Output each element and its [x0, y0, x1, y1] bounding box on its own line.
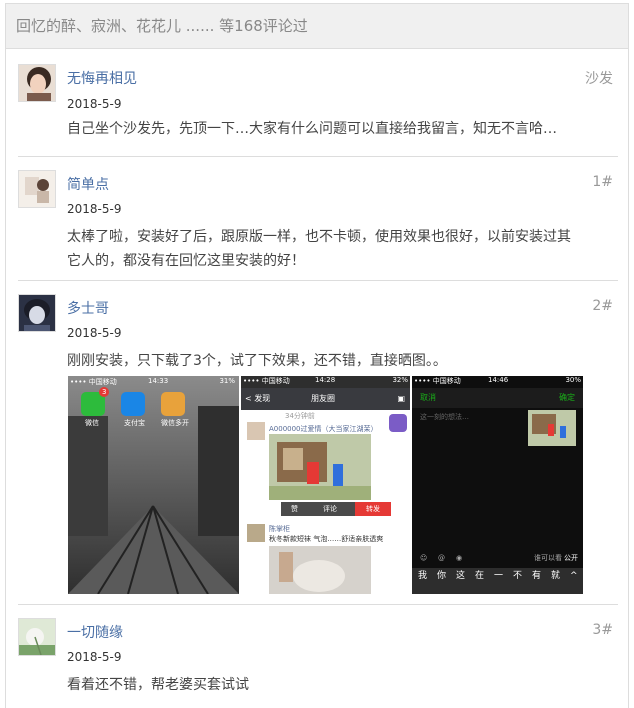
avatar[interactable] [18, 170, 56, 208]
back-link[interactable]: < 发现 [245, 388, 270, 410]
post-photo [269, 434, 371, 500]
nav-bar: 取消 确定 [412, 388, 583, 408]
cancel-button[interactable]: 取消 [420, 388, 436, 408]
battery-text: 31% [219, 377, 235, 385]
app-icon [389, 414, 407, 432]
carrier-text: •••• 中国移动 [243, 377, 290, 385]
battery-text: 32% [392, 376, 408, 384]
keyboard-key[interactable]: 在 [475, 568, 484, 584]
avatar[interactable] [18, 64, 56, 102]
screenshot-home[interactable]: •••• 中国移动 14:33 31% 3 微信 支付宝 微信多开 [68, 376, 239, 594]
commenter-name[interactable]: 无悔再相见 [67, 68, 137, 88]
app-label-wechat-multi: 微信多开 [161, 419, 189, 427]
keyboard-key[interactable]: 一 [494, 568, 503, 584]
post-input[interactable]: 这一刻的想法… [420, 412, 469, 422]
comment-text: 太棒了啦，安装好了后，跟原版一样，也不卡顿，使用效果也很好，以前安装过其 它人的… [67, 225, 613, 273]
location-icon[interactable]: ◉ [456, 550, 462, 566]
battery-text: 30% [565, 376, 581, 384]
confirm-button[interactable]: 确定 [559, 388, 575, 408]
mention-icon[interactable]: @ [438, 550, 445, 566]
comments-header: 回忆的醉、寂洲、花花儿 ...... 等168评论过 [6, 4, 628, 49]
visibility-value[interactable]: 公开 [564, 550, 578, 566]
comment-date: 2018-5-9 [67, 326, 122, 340]
keyboard-key[interactable]: ^ [570, 568, 578, 584]
comment-item: 一切随缘 3# 2018-5-9 看着还不错，帮老婆买套试试 [6, 605, 628, 708]
app-label-wechat: 微信 [85, 419, 99, 427]
nav-bar: < 发现 朋友圈 ▣ [241, 388, 410, 410]
comment-text: 看着还不错，帮老婆买套试试 [67, 677, 249, 693]
keyboard: 我 你 这 在 一 不 有 就 ^ [412, 568, 583, 594]
time-text: 14:28 [315, 376, 336, 384]
keyboard-key[interactable]: 就 [551, 568, 560, 584]
keyboard-key[interactable]: 不 [513, 568, 522, 584]
time-text: 14:46 [488, 376, 509, 384]
app-label-alipay: 支付宝 [124, 419, 145, 427]
like-button[interactable]: 赞 [291, 502, 298, 516]
time-text: 14:33 [148, 377, 169, 385]
visibility-label[interactable]: 谁可以看 [534, 550, 562, 566]
floor-label: 2# [592, 298, 613, 314]
badge-count: 3 [102, 388, 107, 396]
post-photo [269, 546, 371, 594]
commenter-name[interactable]: 简单点 [67, 174, 109, 194]
action-bar: 赞 评论 转发 [281, 502, 391, 516]
status-bar: •••• 中国移动 14:46 30% [412, 376, 583, 388]
avatar [247, 524, 265, 542]
floor-label: 3# [592, 622, 613, 638]
carrier-text: •••• 中国移动 [70, 378, 117, 386]
comment-text: 刚刚安装，只下载了3个，试了下效果，还不错，直接晒图。。 [67, 353, 447, 369]
commenter-name[interactable]: 多士哥 [67, 298, 109, 318]
keyboard-key[interactable]: 我 [418, 568, 427, 584]
screenshot-moments[interactable]: •••• 中国移动 14:28 32% < 发现 朋友圈 ▣ 34分钟前 A00… [241, 376, 410, 594]
comment-text-line: 太棒了啦，安装好了后，跟原版一样，也不卡顿，使用效果也很好，以前安装过其 [67, 229, 571, 245]
carrier-text: •••• 中国移动 [414, 377, 461, 385]
avatar[interactable] [18, 294, 56, 332]
status-bar: •••• 中国移动 14:28 32% [241, 376, 410, 388]
nav-title: 朋友圈 [311, 394, 335, 403]
keyboard-key[interactable]: 有 [532, 568, 541, 584]
keyboard-key[interactable]: 这 [456, 568, 465, 584]
comment-text: 自己坐个沙发先，先顶一下…大家有什么问题可以直接给我留言，知无不言哈… [67, 121, 557, 137]
comment-button[interactable]: 评论 [323, 502, 337, 516]
attached-photo[interactable] [528, 410, 576, 446]
emoji-icon[interactable]: ☺ [420, 550, 427, 566]
post-text: 秋冬新款短袜 气泡……舒适亲肤透爽 [269, 535, 384, 543]
comment-item: 无悔再相见 沙发 2018-5-9 自己坐个沙发先，先顶一下…大家有什么问题可以… [6, 49, 628, 157]
keyboard-key[interactable]: 你 [437, 568, 446, 584]
avatar [247, 422, 265, 440]
floor-label: 1# [592, 174, 613, 190]
comments-panel: 回忆的醉、寂洲、花花儿 ...... 等168评论过 无悔再相见 沙发 2018… [5, 3, 629, 708]
commenter-name[interactable]: 一切随缘 [67, 622, 123, 642]
comment-item: 多士哥 2# 2018-5-9 刚刚安装，只下载了3个，试了下效果，还不错，直接… [6, 281, 628, 605]
floor-label: 沙发 [585, 71, 613, 87]
camera-icon[interactable]: ▣ [397, 388, 405, 410]
poster-name: A000000过爱情（大当家江湖茉） [269, 425, 378, 433]
comment-date: 2018-5-9 [67, 97, 122, 111]
avatar[interactable] [18, 618, 56, 656]
poster-name: 陈掌柜 [269, 525, 290, 533]
comment-date: 2018-5-9 [67, 202, 122, 216]
screenshot-compose[interactable]: •••• 中国移动 14:46 30% 取消 确定 这一刻的想法… ☺ @ ◉ … [412, 376, 583, 594]
post-time: 34分钟前 [285, 412, 315, 420]
comment-date: 2018-5-9 [67, 650, 122, 664]
comment-text-line: 它人的，都没有在回忆这里安装的好！ [67, 253, 305, 269]
status-bar: •••• 中国移动 14:33 31% [70, 377, 237, 387]
comment-item: 简单点 1# 2018-5-9 太棒了啦，安装好了后，跟原版一样，也不卡顿，使用… [6, 157, 628, 281]
forward-button[interactable]: 转发 [355, 502, 391, 516]
toolbar: ☺ @ ◉ 谁可以看 公开 [412, 550, 583, 566]
